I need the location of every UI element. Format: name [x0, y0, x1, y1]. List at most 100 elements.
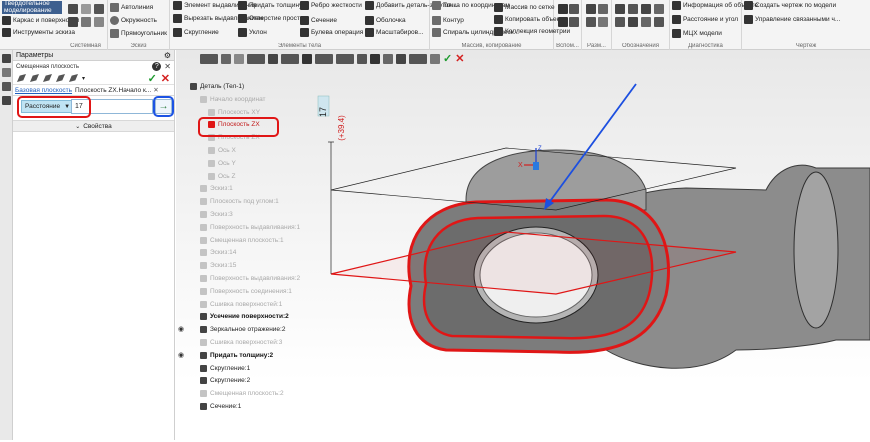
tree-item[interactable]: Смещенная плоскость:1 [200, 236, 284, 245]
ribbon-item-thicken[interactable]: Придать толщину [238, 1, 302, 10]
more-modes-icon[interactable]: ▾ [82, 75, 85, 82]
ribbon-item-section[interactable]: Сечение [300, 16, 337, 25]
zoom-all-icon[interactable] [234, 53, 244, 64]
paste-icon[interactable] [94, 17, 104, 27]
tolerance-icon[interactable] [641, 4, 651, 14]
filter-4-icon[interactable] [396, 53, 406, 64]
tree-item[interactable]: Сшивка поверхностей:1 [200, 300, 282, 309]
tree-item[interactable]: Ось X [208, 146, 236, 155]
measure-icon[interactable] [430, 53, 440, 64]
ribbon-item-grid-array[interactable]: Массив по сетке [494, 3, 555, 12]
filter-3-icon[interactable] [383, 53, 393, 64]
open-file-icon[interactable] [81, 4, 91, 14]
ribbon-item-scale[interactable]: Масштабиров... [365, 28, 424, 37]
ribbon-item-rectangle[interactable]: Прямоугольник [110, 29, 167, 38]
thread-icon[interactable] [654, 17, 664, 27]
aux-point-icon[interactable] [558, 17, 568, 27]
new-file-icon[interactable] [68, 4, 78, 14]
ribbon-item-boolean[interactable]: Булева операция [300, 28, 363, 37]
variables-tab-icon[interactable] [2, 82, 11, 91]
base-icon[interactable] [654, 4, 664, 14]
ribbon-item-shell[interactable]: Оболочка [365, 16, 406, 25]
tree-item[interactable]: Сечение:1 [200, 402, 241, 411]
help-icon[interactable]: ? [152, 62, 162, 71]
ribbon-item-autoline[interactable]: Автолиния [110, 3, 153, 12]
panel-close-icon[interactable]: ✕ [164, 62, 171, 71]
tree-item[interactable]: Эскиз:15 [200, 261, 236, 270]
tree-item[interactable]: Поверхность выдавливания:1 [200, 223, 300, 232]
ribbon-item-contour[interactable]: Контур [432, 16, 464, 25]
tree-item[interactable]: Усечение поверхности:2 [200, 312, 289, 321]
visibility-eye-icon[interactable]: ◉ [178, 325, 184, 333]
tree-item[interactable]: Начало координат [200, 95, 266, 104]
view-mode-dropdown[interactable] [200, 53, 218, 64]
viewport-apply-icon[interactable]: ✓ [443, 52, 452, 65]
layers-tab-icon[interactable] [2, 96, 11, 105]
tree-item[interactable]: Ось Y [208, 159, 236, 168]
orientation-dropdown[interactable] [281, 53, 299, 64]
base-plane-link[interactable]: Базовая плоскость [15, 87, 72, 94]
mark-icon[interactable] [615, 17, 625, 27]
params-tab-icon[interactable] [2, 54, 11, 63]
properties-section[interactable]: ⌄ Свойства [13, 120, 174, 132]
ribbon-item-manage-linked[interactable]: Управление связанными ч... [744, 15, 840, 24]
render-dropdown[interactable] [315, 53, 333, 64]
panel-pin-icon[interactable]: ⚙ [164, 51, 171, 60]
aux-axis-icon[interactable] [569, 4, 579, 14]
clear-base-icon[interactable]: ✕ [153, 86, 158, 94]
ribbon-item-distance-angle[interactable]: Расстояние и угол [672, 15, 738, 24]
filter-1-icon[interactable] [357, 53, 367, 64]
tree-item[interactable]: Придать толщину:2 [200, 351, 273, 360]
aux-cs-icon[interactable] [569, 17, 579, 27]
filter-2-icon[interactable] [370, 53, 380, 64]
tab-solid-modeling[interactable]: Твердотельное моделирование [2, 0, 62, 14]
tree-item[interactable]: Эскиз:1 [200, 184, 233, 193]
viewport-cancel-icon[interactable]: ✕ [455, 52, 464, 65]
tree-item[interactable]: Поверхность соединения:1 [200, 287, 292, 296]
tree-item[interactable]: Скругление:1 [200, 364, 250, 373]
selection-filter-dropdown[interactable] [409, 53, 427, 64]
render-mode-icon[interactable] [302, 53, 312, 64]
plane-mode-4-icon[interactable] [56, 74, 65, 82]
cancel-x-icon[interactable]: ✕ [161, 72, 170, 85]
diameter-dimension-icon[interactable] [598, 17, 608, 27]
tree-item[interactable]: Поверхность выдавливания:2 [200, 274, 300, 283]
copy-icon[interactable] [81, 17, 91, 27]
plane-mode-3-icon[interactable] [43, 74, 52, 82]
tree-item[interactable]: Скругление:2 [200, 376, 250, 385]
tree-item[interactable]: Ось Z [208, 172, 235, 181]
tree-item[interactable]: Плоскость под углом:1 [200, 197, 279, 206]
tree-item[interactable]: Смещенная плоскость:2 [200, 389, 284, 398]
tree-tab-icon[interactable] [2, 68, 11, 77]
tree-item[interactable]: Эскиз:3 [200, 210, 233, 219]
ribbon-item-draft[interactable]: Уклон [238, 28, 267, 37]
save-icon[interactable] [94, 4, 104, 14]
text-icon[interactable] [628, 17, 638, 27]
rotate-icon[interactable] [268, 53, 278, 64]
aux-plane-icon[interactable] [558, 4, 568, 14]
roughness-icon[interactable] [615, 4, 625, 14]
tree-item[interactable]: Плоскость XY [208, 108, 260, 117]
tree-item[interactable]: Сшивка поверхностей:3 [200, 338, 282, 347]
ribbon-item-rib[interactable]: Ребро жесткости [300, 1, 362, 10]
plane-mode-5-icon[interactable] [69, 74, 78, 82]
plane-mode-1-icon[interactable] [17, 74, 26, 82]
apply-check-icon[interactable]: ✓ [148, 72, 157, 85]
properties-icon[interactable] [68, 17, 78, 27]
ribbon-item-hole[interactable]: Отверстие простое [238, 14, 307, 23]
tree-item[interactable]: Эскиз:14 [200, 248, 236, 257]
zoom-window-icon[interactable] [221, 53, 231, 64]
tree-item[interactable]: Зеркальное отражение:2 [200, 325, 285, 334]
visibility-eye-icon[interactable]: ◉ [178, 351, 184, 359]
angle-dimension-icon[interactable] [586, 17, 596, 27]
linear-dimension-icon[interactable] [586, 4, 596, 14]
ribbon-item-circle[interactable]: Окружность [110, 16, 157, 25]
radial-dimension-icon[interactable] [598, 4, 608, 14]
base-plane-value[interactable]: Плоскость ZX.Начало к... [75, 87, 151, 94]
ribbon-item-fillet[interactable]: Скругление [173, 28, 219, 37]
section-dropdown[interactable] [336, 53, 354, 64]
ribbon-item-create-drawing[interactable]: Создать чертеж по модели [744, 1, 836, 10]
tree-item[interactable]: Деталь (Тел-1) [190, 82, 244, 91]
ribbon-item-mass-props[interactable]: МЦХ модели [672, 29, 722, 38]
leader-icon[interactable] [628, 4, 638, 14]
